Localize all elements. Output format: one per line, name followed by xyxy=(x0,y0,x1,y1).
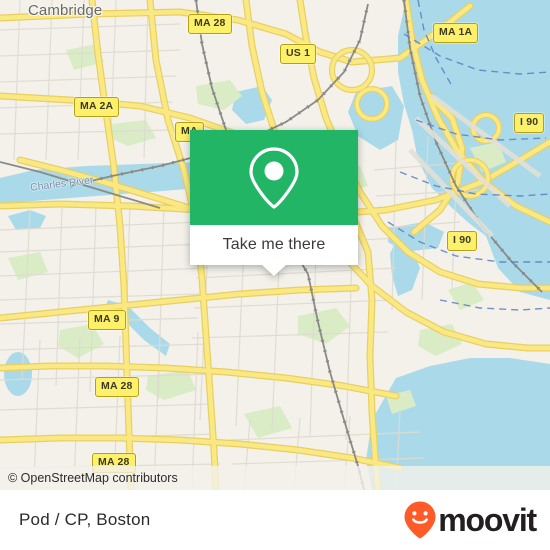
map-pin-icon xyxy=(249,146,299,209)
take-me-there-callout[interactable]: Take me there xyxy=(190,130,358,276)
callout-action-panel[interactable]: Take me there xyxy=(190,225,358,276)
station-title: Pod / CP, Boston xyxy=(19,510,151,529)
shield-ma-28-north: MA 28 xyxy=(188,14,232,34)
shield-ma-28-mid: MA 28 xyxy=(95,377,139,397)
shield-i-90-east: I 90 xyxy=(514,113,545,133)
osm-attribution-text[interactable]: © OpenStreetMap contributors xyxy=(8,471,178,485)
moovit-logo[interactable]: moovit xyxy=(403,500,537,540)
shield-ma-1a: MA 1A xyxy=(433,23,479,43)
map-canvas[interactable]: Cambridge Charles River MA 28 US 1 MA 1A… xyxy=(0,0,550,490)
shield-us-1: US 1 xyxy=(280,44,317,64)
callout-icon-panel xyxy=(190,130,358,225)
moovit-station-map-card: Cambridge Charles River MA 28 US 1 MA 1A… xyxy=(0,0,550,550)
footer-bar: Pod / CP, Boston moovit xyxy=(0,490,550,550)
shield-ma-9: MA 9 xyxy=(88,310,126,330)
moovit-smiley-pin-icon xyxy=(404,501,436,539)
take-me-there-label: Take me there xyxy=(222,236,326,253)
callout-pointer-tail xyxy=(262,265,286,276)
shield-i-90-south: I 90 xyxy=(447,231,478,251)
moovit-wordmark: moovit xyxy=(438,502,537,538)
shield-ma-2a: MA 2A xyxy=(74,97,120,117)
map-attribution-bar: © OpenStreetMap contributors xyxy=(0,466,550,490)
